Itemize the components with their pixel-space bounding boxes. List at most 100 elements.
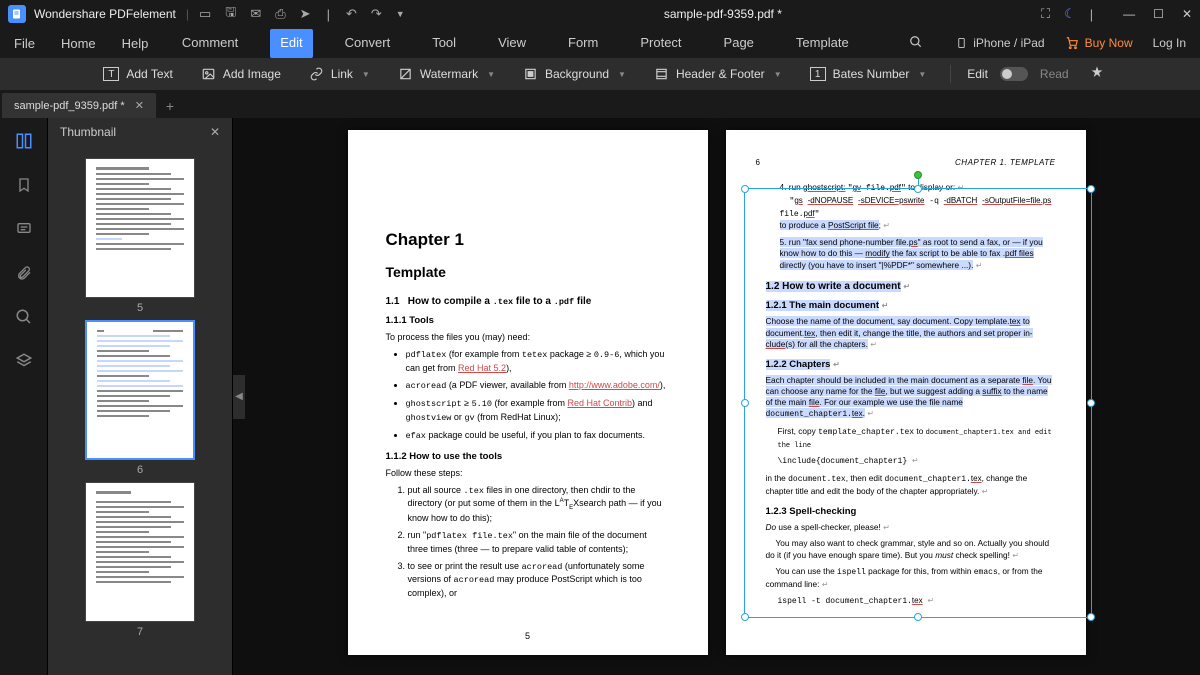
add-text-label: Add Text xyxy=(126,67,172,81)
resize-handle-w[interactable] xyxy=(741,399,749,407)
attachment-icon[interactable] xyxy=(13,262,35,284)
add-text-button[interactable]: T Add Text xyxy=(95,63,180,85)
resize-handle-e[interactable] xyxy=(1087,399,1095,407)
edit-toolbar: T Add Text Add Image Link ▼ Watermark ▼ … xyxy=(0,58,1200,90)
minimize-button[interactable]: — xyxy=(1123,7,1135,21)
page-5[interactable]: Chapter 1 Template 1.1 How to compile a … xyxy=(348,130,708,655)
watermark-button[interactable]: Watermark ▼ xyxy=(390,63,503,86)
menu-comment[interactable]: Comment xyxy=(172,29,248,58)
maximize-button[interactable]: ☐ xyxy=(1153,7,1164,21)
tab-label: sample-pdf_9359.pdf * xyxy=(14,100,125,112)
undo-icon[interactable]: ↶ xyxy=(346,6,357,22)
search-rail-icon[interactable] xyxy=(13,306,35,328)
thumbnails-icon[interactable] xyxy=(13,130,35,152)
resize-handle-s[interactable] xyxy=(914,613,922,621)
dropdown-icon[interactable]: ▼ xyxy=(396,9,405,19)
title-bar: Wondershare PDFelement | ▭ 🖫 ✉ ⎙ ➤ | ↶ ↷… xyxy=(0,0,1200,28)
menu-page[interactable]: Page xyxy=(714,29,764,58)
menu-edit[interactable]: Edit xyxy=(270,29,312,58)
side-rail xyxy=(0,118,48,675)
header-footer-label: Header & Footer xyxy=(676,67,765,81)
bullet-ghostscript: ghostscript ≥ 5.10 (for example from Red… xyxy=(406,397,670,424)
add-image-label: Add Image xyxy=(223,67,281,81)
chapter-heading: Chapter 1 xyxy=(386,230,670,250)
resize-handle-nw[interactable] xyxy=(741,185,749,193)
adobe-link: http://www.adobe.com/ xyxy=(569,380,660,390)
thumb-num-7: 7 xyxy=(85,626,195,638)
resize-handle-se[interactable] xyxy=(1087,613,1095,621)
thumbnail-page-7[interactable]: 7 xyxy=(85,482,195,638)
app-name: Wondershare PDFelement xyxy=(34,7,176,21)
menu-help[interactable]: Help xyxy=(122,36,149,51)
document-viewport[interactable]: ◀ Chapter 1 Template 1.1 How to compile … xyxy=(233,118,1200,675)
thumbnail-title: Thumbnail xyxy=(60,125,116,139)
buy-now-link[interactable]: Buy Now xyxy=(1065,36,1133,50)
redhat-link: Red Hat 5.2 xyxy=(458,363,506,373)
tools-intro: To process the files you (may) need: xyxy=(386,331,670,343)
background-label: Background xyxy=(545,67,609,81)
add-tab-button[interactable]: + xyxy=(166,98,174,118)
bullet-pdflatex: pdflatex (for example from tetex package… xyxy=(406,348,670,374)
search-icon[interactable] xyxy=(899,29,933,58)
print-icon[interactable]: ⎙ xyxy=(275,6,285,22)
menu-form[interactable]: Form xyxy=(558,29,608,58)
menu-tool[interactable]: Tool xyxy=(422,29,466,58)
chapter-title: Template xyxy=(386,264,670,280)
share-icon[interactable]: ➤ xyxy=(300,6,311,22)
tab-strip: sample-pdf_9359.pdf * ✕ + xyxy=(0,90,1200,118)
watermark-label: Watermark xyxy=(420,67,478,81)
menu-home[interactable]: Home xyxy=(61,36,96,51)
redo-icon[interactable]: ↷ xyxy=(371,6,382,22)
document-tab[interactable]: sample-pdf_9359.pdf * ✕ xyxy=(2,93,156,118)
login-link[interactable]: Log In xyxy=(1153,36,1186,50)
menu-convert[interactable]: Convert xyxy=(335,29,401,58)
edit-read-toggle[interactable] xyxy=(1000,67,1028,81)
open-icon[interactable]: ▭ xyxy=(199,6,211,22)
image-icon xyxy=(201,67,216,82)
mail-icon[interactable]: ✉ xyxy=(250,6,261,22)
menu-file[interactable]: File xyxy=(14,36,35,51)
comments-icon[interactable] xyxy=(13,218,35,240)
background-button[interactable]: Background ▼ xyxy=(515,63,634,86)
chevron-down-icon: ▼ xyxy=(618,70,626,79)
link-button[interactable]: Link ▼ xyxy=(301,63,378,86)
settings-icon[interactable] xyxy=(1089,65,1105,84)
link-icon xyxy=(309,67,324,82)
collapse-panel-button[interactable]: ◀ xyxy=(233,375,245,419)
theme-icon[interactable]: ☾ xyxy=(1064,6,1076,22)
chevron-down-icon: ▼ xyxy=(918,70,926,79)
rotate-handle[interactable] xyxy=(914,171,922,179)
save-icon[interactable]: 🖫 xyxy=(225,3,236,25)
link-label: Link xyxy=(331,67,353,81)
bullet-acroread: acroread (a PDF viewer, available from h… xyxy=(406,379,670,392)
close-tab-icon[interactable]: ✕ xyxy=(135,99,144,112)
expand-icon[interactable]: ⛶ xyxy=(1041,6,1050,22)
thumbnail-page-6[interactable]: 6 xyxy=(85,320,195,476)
close-button[interactable]: ✕ xyxy=(1182,7,1192,21)
menu-template[interactable]: Template xyxy=(786,29,859,58)
resize-handle-n[interactable] xyxy=(914,185,922,193)
menu-view[interactable]: View xyxy=(488,29,536,58)
device-link[interactable]: iPhone / iPad xyxy=(956,36,1044,50)
page-6[interactable]: 6 CHAPTER 1. TEMPLATE 4. run ghostscript… xyxy=(726,130,1086,655)
close-panel-icon[interactable]: ✕ xyxy=(210,125,220,139)
resize-handle-ne[interactable] xyxy=(1087,185,1095,193)
watermark-icon xyxy=(398,67,413,82)
text-selection-box[interactable] xyxy=(744,188,1092,618)
layers-icon[interactable] xyxy=(13,350,35,372)
page6-chapter-label: CHAPTER 1. TEMPLATE xyxy=(955,158,1055,167)
bates-icon: 1 xyxy=(810,67,826,81)
resize-handle-sw[interactable] xyxy=(741,613,749,621)
sec-112: 1.1.2 How to use the tools xyxy=(386,451,670,462)
menu-protect[interactable]: Protect xyxy=(630,29,691,58)
thumbnail-page-5[interactable]: 5 xyxy=(85,158,195,314)
step-3: to see or print the result use acroread … xyxy=(408,560,670,599)
add-image-button[interactable]: Add Image xyxy=(193,63,289,86)
bates-number-button[interactable]: 1 Bates Number ▼ xyxy=(802,63,935,85)
thumb-num-5: 5 xyxy=(85,302,195,314)
bookmark-icon[interactable] xyxy=(13,174,35,196)
chevron-down-icon: ▼ xyxy=(487,70,495,79)
read-mode-label: Read xyxy=(1040,67,1069,81)
header-footer-button[interactable]: Header & Footer ▼ xyxy=(646,63,790,86)
menu-bar: File Home Help Comment Edit Convert Tool… xyxy=(0,28,1200,58)
